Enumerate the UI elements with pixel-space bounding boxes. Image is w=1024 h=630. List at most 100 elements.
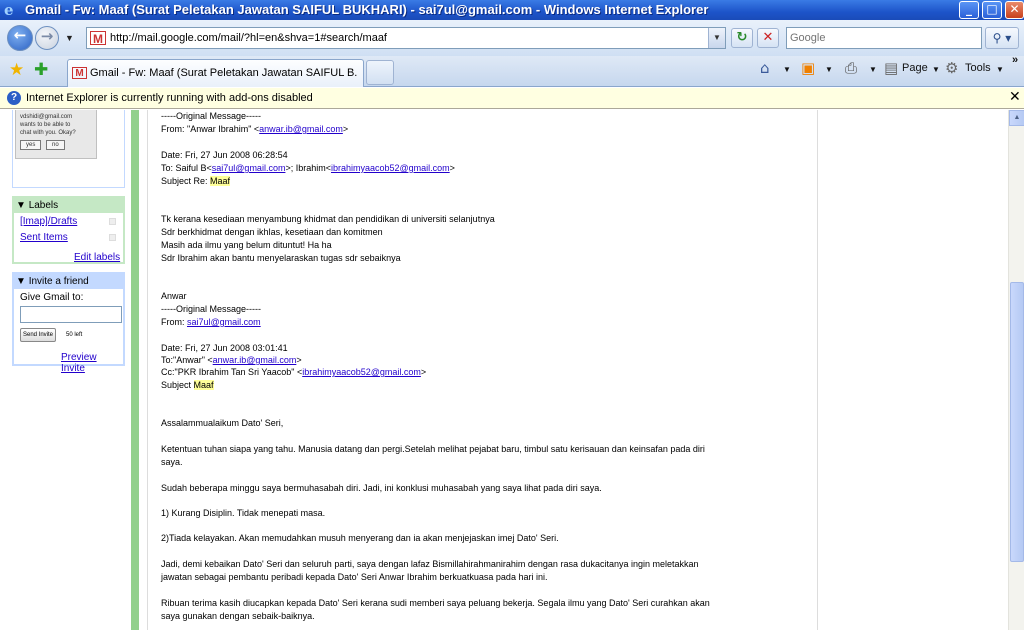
chat-yes-button[interactable]: yes [20,140,42,150]
stop-button[interactable]: ✕ [757,28,779,48]
ie-logo-icon: e [4,1,14,19]
page-dropdown-icon[interactable]: ▼ [932,65,940,74]
chevron-more-icon[interactable]: » [1012,54,1018,66]
chat-invite-text-2: wants to be able to [20,122,71,128]
forward-button[interactable]: → [35,26,59,50]
greeting: Assalammualaikum Dato' Seri, [161,418,284,428]
invite-friend-box: ▼ Invite a friend Give Gmail to: Send In… [12,272,125,374]
chat-invite-box: vdshidi@gmail.com wants to be able to ch… [15,110,97,159]
tab-bar: ★ ✚ M Gmail - Fw: Maaf (Surat Peletakan … [0,54,1024,87]
tab-gmail[interactable]: M Gmail - Fw: Maaf (Surat Peletakan Jawa… [67,59,364,87]
email-link[interactable]: anwar.ib@gmail.com [213,355,297,365]
label-color-swatch[interactable] [109,218,116,225]
maximize-button[interactable]: □ [982,1,1002,19]
print-icon[interactable]: ⎙ [845,59,857,77]
window-title-bar: e Gmail - Fw: Maaf (Surat Peletakan Jawa… [0,0,1024,20]
page-icon: ▤ [884,59,899,77]
print-dropdown-icon[interactable]: ▼ [869,65,877,74]
invite-header[interactable]: ▼ Invite a friend [14,274,123,289]
edit-labels-link[interactable]: Edit labels [74,252,120,263]
scroll-thumb[interactable] [1010,282,1024,562]
body-text: 2)Tiada kelayakan. Akan memudahkan musuh… [161,533,559,543]
preview-invite-link[interactable]: Preview Invite [61,352,123,374]
info-icon: ? [7,91,21,105]
labels-header[interactable]: ▼ Labels [14,198,123,213]
labels-title: Labels [28,200,59,211]
home-dropdown-icon[interactable]: ▼ [783,65,791,74]
scroll-up-button[interactable]: ▲ [1009,110,1024,126]
body-text: saya. [161,457,183,467]
chat-invite-text-1: vdshidi@gmail.com [20,114,73,120]
tools-dropdown-icon[interactable]: ▼ [996,65,1004,74]
send-invite-button[interactable]: Send Invite [20,328,57,342]
body-text: Jadi, demi kebaikan Dato' Seri dan selur… [161,559,699,569]
gmail-favicon-icon: M [72,67,87,79]
new-tab-button[interactable] [366,60,394,85]
invites-remaining: 50 left [66,332,83,338]
original-message-separator: -----Original Message----- [161,111,262,121]
refresh-button[interactable]: ↻ [731,28,753,48]
body-text: jawatan sebagai pembantu peribadi kepada… [161,572,548,582]
body-text: Ketentuan tuhan siapa yang tahu. Manusia… [161,444,705,454]
email-link[interactable]: sai7ul@gmail.com [187,317,261,327]
from-line: From: "Anwar Ibrahim" <anwar.ib@gmail.co… [161,124,349,134]
search-input[interactable] [790,29,980,47]
favorites-star-icon[interactable]: ★ [9,60,24,80]
gmail-page: vdshidi@gmail.com wants to be able to ch… [0,110,1008,630]
label-item-imap-drafts[interactable]: [Imap]/Drafts [20,216,77,227]
add-favorites-icon[interactable]: ✚ [34,60,48,80]
feeds-icon[interactable]: ▣ [801,59,815,77]
tools-menu-button[interactable]: Tools [965,62,991,74]
cc-line: Cc:"PKR Ibrahim Tan Sri Yaacob" <ibrahim… [161,367,427,377]
feeds-dropdown-icon[interactable]: ▼ [825,65,833,74]
original-message-separator: -----Original Message----- [161,304,262,314]
from-line: From: sai7ul@gmail.com [161,317,261,327]
page-menu-button[interactable]: Page [902,62,928,74]
vertical-scrollbar[interactable]: ▲ [1008,110,1024,630]
email-link[interactable]: ibrahimyaacob52@gmail.com [302,367,421,377]
address-dropdown-icon[interactable]: ▼ [708,28,725,48]
body-text: Sudah beberapa minggu saya bermuhasabah … [161,483,602,493]
invite-email-input[interactable] [20,306,122,323]
navigation-bar: ← → ▼ M http://mail.google.com/mail/?hl=… [0,20,1024,56]
home-icon[interactable]: ⌂ [760,59,770,77]
gear-icon: ⚙ [945,59,959,77]
collapse-triangle-icon[interactable]: ▼ [16,276,26,287]
address-bar[interactable]: M http://mail.google.com/mail/?hl=en&shv… [86,27,726,49]
body-text: Ribuan terima kasih diucapkan kepada Dat… [161,598,710,608]
search-button[interactable]: ⚲ ▾ [985,27,1019,49]
date-line: Date: Fri, 27 Jun 2008 06:28:54 [161,150,288,160]
search-box[interactable] [786,27,982,49]
back-button[interactable]: ← [7,25,33,51]
close-window-button[interactable]: ✕ [1005,1,1024,19]
email-link[interactable]: sai7ul@gmail.com [212,163,286,173]
subject-line: Subject Re: Maaf [161,176,231,186]
email-link[interactable]: ibrahimyaacob52@gmail.com [331,163,450,173]
label-color-swatch[interactable] [109,234,116,241]
address-url[interactable]: http://mail.google.com/mail/?hl=en&shva=… [110,32,387,44]
body-text: Masih ada ilmu yang belum dituntut! Ha h… [161,240,332,250]
label-item-sent-items[interactable]: Sent Items [20,232,68,243]
search-highlight: Maaf [193,380,214,390]
conversation-accent-bar [131,110,139,630]
body-text: saya gunakan dengan sebaik-baiknya. [161,611,315,621]
close-icon[interactable]: ✕ [1009,89,1021,105]
body-text: Sdr Ibrahim akan bantu menyelaraskan tug… [161,253,401,263]
collapse-triangle-icon[interactable]: ▼ [16,200,26,211]
search-highlight: Maaf [210,176,231,186]
body-text: 1) Kurang Disiplin. Tidak menepati masa. [161,508,326,518]
subject-line: Subject Maaf [161,380,214,390]
window-title: Gmail - Fw: Maaf (Surat Peletakan Jawata… [25,2,709,17]
info-bar[interactable]: ? Internet Explorer is currently running… [0,88,1024,109]
history-dropdown-icon[interactable]: ▼ [65,33,74,43]
email-link[interactable]: anwar.ib@gmail.com [259,124,343,134]
tab-label: Gmail - Fw: Maaf (Surat Peletakan Jawata… [90,67,358,79]
gmail-favicon-icon: M [90,31,106,46]
body-text: Sdr berkhidmat dengan ikhlas, kesetiaan … [161,227,383,237]
labels-box: ▼ Labels [Imap]/Drafts Sent Items Edit l… [12,196,125,264]
minimize-button[interactable]: _ [959,1,979,19]
give-gmail-label: Give Gmail to: [20,292,84,303]
signature: Anwar [161,291,187,301]
info-bar-message: Internet Explorer is currently running w… [26,92,313,104]
chat-no-button[interactable]: no [46,140,65,150]
